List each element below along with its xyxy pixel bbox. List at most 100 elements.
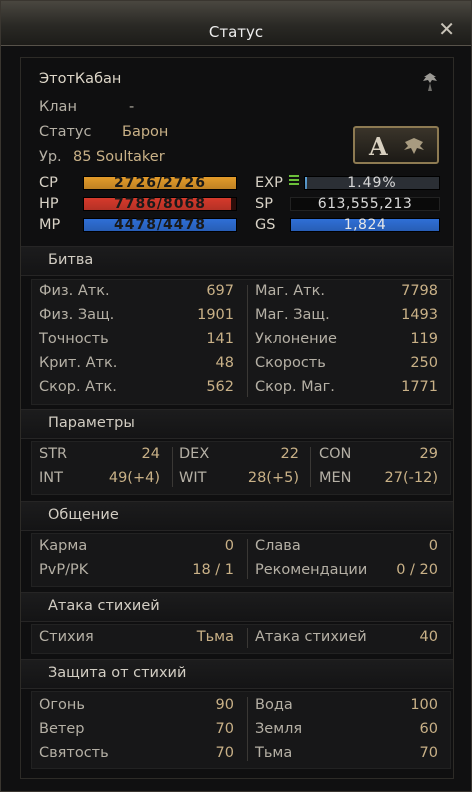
social-title: Общение [48,507,119,523]
hp-text: 7786/8068 [113,196,207,212]
rank-a-icon: A [369,132,388,161]
social-left-label: Карма [39,538,88,554]
element-attack-label: Атака стихией [255,629,367,645]
clan-label: Клан [39,99,77,115]
params-header: Параметры [21,409,453,439]
title-bar[interactable]: Статус ✕ [1,1,471,46]
gs-label: GS [255,217,276,233]
level-value: 85 Soultaker [73,149,165,165]
mp-bar: 4478/4478 [83,217,237,233]
character-name: ЭтотКабан [39,71,122,87]
sp-bar: 613,555,213 [290,196,440,212]
battle-left-value: 1901 [197,307,234,323]
social-left-value: 0 [224,538,234,554]
defense-right-label: Земля [255,721,303,737]
defense-element-divider [247,697,248,761]
param-label: STR [39,446,68,462]
defense-right-value: 100 [410,697,438,713]
exp-level-icon [289,175,299,189]
social-divider [247,539,248,579]
param-label: DEX [179,446,210,462]
mp-label: MP [39,217,61,233]
social-left-value: 18 / 1 [192,562,234,578]
param-value: 49(+4) [108,470,160,486]
params-divider [310,447,311,487]
sp-text: 613,555,213 [317,196,413,212]
param-value: 27(-12) [384,470,438,486]
social-panel [31,533,451,587]
sp-label: SP [255,196,273,212]
param-value: 29 [419,446,438,462]
param-label: INT [39,470,63,486]
social-right-label: Рекомендации [255,562,368,578]
param-label: CON [319,446,352,462]
cp-bar: 2726/2726 [83,175,237,191]
mp-text: 4478/4478 [113,217,207,233]
battle-right-value: 1493 [401,307,438,323]
hp-bar: 7786/8068 [83,196,237,212]
attack-element-panel [31,624,451,654]
battle-left-label: Физ. Атк. [39,283,110,299]
battle-header: Битва [21,246,453,276]
defense-left-label: Огонь [39,697,85,713]
hp-label: HP [39,196,59,212]
element-value: Тьма [196,629,234,645]
social-right-value: 0 / 20 [396,562,438,578]
battle-right-value: 119 [410,331,438,347]
social-header: Общение [21,501,453,531]
battle-right-label: Маг. Защ. [255,307,330,323]
battle-right-label: Уклонение [255,331,337,347]
defense-right-label: Тьма [255,745,293,761]
exp-text: 1.49% [347,175,397,191]
gs-text: 1,824 [343,217,387,233]
defense-left-label: Святость [39,745,109,761]
attack-element-divider [247,628,248,648]
cp-label: CP [39,175,58,191]
defense-left-value: 70 [215,745,234,761]
window-title: Статус [208,23,264,41]
rank-button[interactable]: A [353,126,439,164]
defense-element-title: Защита от стихий [48,665,187,681]
defense-element-header: Защита от стихий [21,659,453,689]
battle-left-label: Крит. Атк. [39,355,118,371]
status-value: Барон [122,124,169,140]
battle-left-value: 48 [215,355,234,371]
params-title: Параметры [48,415,135,431]
gs-bar: 1,824 [290,217,440,233]
defense-right-label: Вода [255,697,293,713]
params-panel [31,441,451,495]
battle-left-value: 697 [206,283,234,299]
param-value: 22 [280,446,299,462]
defense-left-value: 70 [215,721,234,737]
attack-element-header: Атака стихией [21,592,453,622]
battle-right-value: 7798 [401,283,438,299]
level-label: Ур. [39,149,62,165]
wings-icon [404,138,424,154]
defense-right-value: 70 [419,745,438,761]
battle-right-value: 250 [410,355,438,371]
param-label: WIT [179,470,207,486]
param-label: MEN [319,470,352,486]
battle-title: Битва [48,252,94,268]
exp-label: EXP [255,175,283,191]
defense-right-value: 60 [419,721,438,737]
element-attack-value: 40 [419,629,438,645]
battle-right-label: Скорость [255,355,326,371]
cp-text: 2726/2726 [113,175,207,191]
battle-right-label: Маг. Атк. [255,283,325,299]
close-icon[interactable]: ✕ [438,19,455,39]
params-divider [172,447,173,487]
element-label: Стихия [39,629,94,645]
status-label: Статус [39,124,92,140]
battle-left-label: Физ. Защ. [39,307,115,323]
battle-right-label: Скор. Маг. [255,379,335,395]
battle-left-value: 562 [206,379,234,395]
battle-divider [247,285,248,397]
battle-left-value: 141 [206,331,234,347]
battle-left-label: Скор. Атк. [39,379,117,395]
param-value: 24 [141,446,160,462]
attack-element-title: Атака стихией [48,598,160,614]
clan-emblem-icon [423,73,437,91]
param-value: 28(+5) [247,470,299,486]
clan-value: - [129,99,135,115]
